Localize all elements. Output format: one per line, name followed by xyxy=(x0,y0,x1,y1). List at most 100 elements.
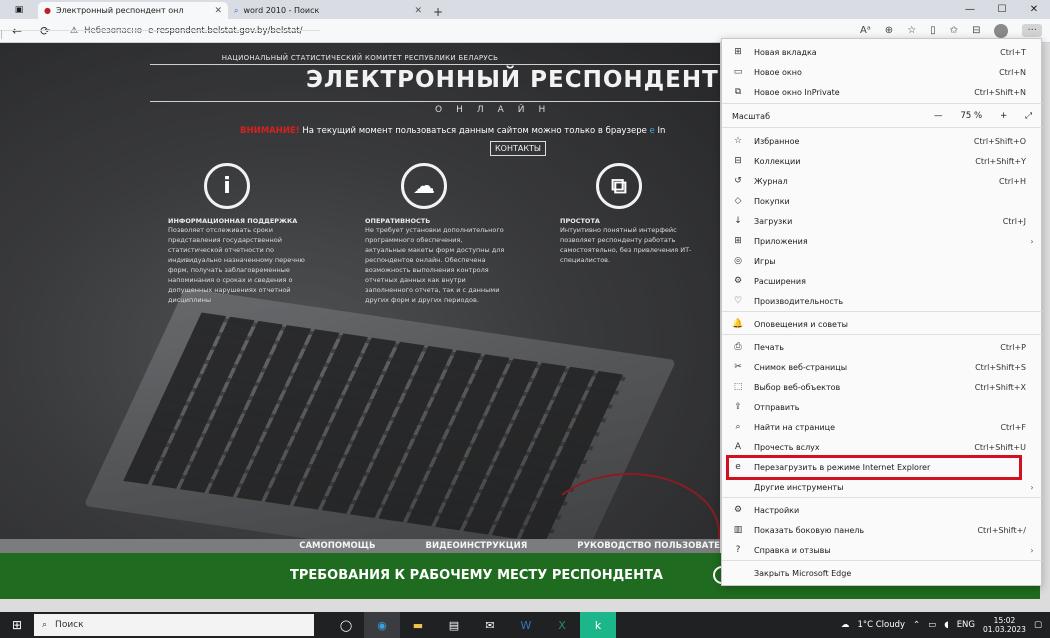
favorites-add-icon[interactable]: ☆ xyxy=(907,25,916,36)
favorites-icon[interactable]: ✩ xyxy=(950,25,958,36)
menu-item-inprivate[interactable]: ⧉ Новое окно InPrivate Ctrl+Shift+N xyxy=(722,83,1042,101)
url-field[interactable]: ⚠ Небезопасно | e-respondent.belstat.gov… xyxy=(0,22,824,40)
tray-chevron-icon[interactable]: ⌃ xyxy=(913,620,920,630)
windows-start-icon[interactable]: ⊞ xyxy=(0,618,34,632)
menu-label: Производительность xyxy=(754,296,844,306)
more-menu-button[interactable]: ··· xyxy=(1022,24,1042,37)
close-window-button[interactable]: ✕ xyxy=(1018,0,1050,19)
chevron-right-icon: › xyxy=(1030,236,1034,246)
requirements-text[interactable]: ТРЕБОВАНИЯ К РАБОЧЕМУ МЕСТУ РЕСПОНДЕНТА xyxy=(290,568,663,583)
zoom-controls: — 75 % + ⤢ xyxy=(934,111,1042,121)
self-help-link[interactable]: САМОПОМОЩЬ xyxy=(299,541,375,551)
menu-item-new-tab[interactable]: ⊞ Новая вкладка Ctrl+T xyxy=(722,43,1042,61)
system-tray: ☁ 1°C Cloudy ⌃ ▭ ◖ ENG 15:02 01.03.2023 … xyxy=(841,616,1050,634)
zoom-icon[interactable]: ⊕ xyxy=(885,25,893,36)
divider xyxy=(150,64,720,65)
taskbar-apps: ◯ ◉ ▬ ▤ ✉ W X k xyxy=(328,612,616,638)
mail-icon[interactable]: ✉ xyxy=(472,612,508,638)
tab-close-icon[interactable]: ✕ xyxy=(214,6,222,16)
kaspersky-icon[interactable]: k xyxy=(580,612,616,638)
word-icon[interactable]: W xyxy=(508,612,544,638)
toolbar: Aᵃ ⊕ ☆ ▯ ✩ ⊟ ··· xyxy=(860,23,1042,38)
menu-label: Загрузки xyxy=(754,216,793,226)
language-indicator[interactable]: ENG xyxy=(957,620,975,630)
video-instructions-link[interactable]: ВИДЕОИНСТРУКЦИЯ xyxy=(426,541,528,551)
menu-item-sidebar[interactable]: ▥ Показать боковую панель Ctrl+Shift+/ xyxy=(722,521,1042,539)
network-icon[interactable]: ▭ xyxy=(928,620,936,630)
menu-divider xyxy=(722,103,1042,104)
volume-icon[interactable]: ◖ xyxy=(944,620,948,630)
user-guide-link[interactable]: РУКОВОДСТВО ПОЛЬЗОВАТЕ xyxy=(577,541,720,551)
zoom-in-button[interactable]: + xyxy=(1000,111,1007,121)
search-favicon-icon: ⌕ xyxy=(234,5,239,15)
zoom-value: 75 % xyxy=(960,111,983,121)
menu-item-shopping[interactable]: ◇ Покупки xyxy=(722,192,1042,210)
tab-inactive[interactable]: ⌕ word 2010 - Поиск ✕ xyxy=(228,2,428,19)
menu-item-share[interactable]: ⇪ Отправить xyxy=(722,398,1042,416)
feature-text: Не требует установки дополнительного про… xyxy=(365,226,505,304)
find-icon: ⌕ xyxy=(735,422,741,432)
store-icon[interactable]: ▤ xyxy=(436,612,472,638)
task-view-icon[interactable]: ◯ xyxy=(328,612,364,638)
menu-item-apps[interactable]: ⊞ Приложения › xyxy=(722,232,1042,250)
menu-item-extensions[interactable]: ⚙ Расширения xyxy=(722,272,1042,290)
menu-shortcut: Ctrl+Shift+U xyxy=(974,442,1026,452)
screenshot-icon: ✂ xyxy=(734,362,742,372)
menu-divider xyxy=(722,560,1042,561)
menu-shortcut: Ctrl+N xyxy=(999,67,1026,77)
menu-item-games[interactable]: ◎ Игры xyxy=(722,252,1042,270)
shopping-icon: ◇ xyxy=(734,196,742,206)
menu-item-read-aloud[interactable]: A Прочесть вслух Ctrl+Shift+U xyxy=(722,438,1042,456)
fullscreen-icon[interactable]: ⤢ xyxy=(1025,111,1032,121)
menu-item-help[interactable]: ? Справка и отзывы › xyxy=(722,541,1042,559)
chevron-right-icon: › xyxy=(1030,545,1034,555)
split-icon[interactable]: ▯ xyxy=(930,25,936,36)
menu-item-alerts[interactable]: 🔔 Оповещения и советы xyxy=(722,315,1042,333)
menu-label: Расширения xyxy=(754,276,806,286)
menu-item-web-select[interactable]: ⬚ Выбор веб-объектов Ctrl+Shift+X xyxy=(722,378,1042,396)
collections-icon[interactable]: ⊟ xyxy=(972,25,980,36)
zoom-out-button[interactable]: — xyxy=(934,111,943,121)
menu-item-performance[interactable]: ♡ Производительность xyxy=(722,292,1042,310)
edge-icon[interactable]: ◉ xyxy=(364,612,400,638)
web-page: НАЦИОНАЛЬНЫЙ СТАТИСТИЧЕСКИЙ КОМИТЕТ РЕСП… xyxy=(0,43,720,598)
menu-divider xyxy=(722,497,1042,498)
menu-item-downloads[interactable]: ↓ Загрузки Ctrl+J xyxy=(722,212,1042,230)
menu-item-more-tools[interactable]: Другие инструменты › xyxy=(722,478,1042,496)
weather-text[interactable]: 1°C Cloudy xyxy=(857,620,905,630)
tab-actions-icon[interactable]: ▣ xyxy=(0,0,38,19)
page-subtitle: ОНЛАЙН xyxy=(435,105,560,115)
contacts-button[interactable]: КОНТАКТЫ xyxy=(490,141,546,156)
menu-item-settings[interactable]: ⚙ Настройки xyxy=(722,501,1042,519)
menu-item-find[interactable]: ⌕ Найти на странице Ctrl+F xyxy=(722,418,1042,436)
clock-time: 15:02 xyxy=(993,616,1016,625)
notice-text: На текущий момент пользоваться данным са… xyxy=(302,126,647,136)
tab-close-icon[interactable]: ✕ xyxy=(414,6,422,16)
menu-item-screenshot[interactable]: ✂ Снимок веб-страницы Ctrl+Shift+S xyxy=(722,358,1042,376)
menu-label: Прочесть вслух xyxy=(754,442,820,452)
menu-label: Оповещения и советы xyxy=(754,319,848,329)
taskbar-search[interactable]: ⌕ Поиск xyxy=(34,614,314,636)
menu-label: Справка и отзывы xyxy=(754,545,831,555)
menu-item-collections[interactable]: ⊟ Коллекции Ctrl+Shift+Y xyxy=(722,152,1042,170)
avatar[interactable] xyxy=(994,23,1009,38)
maximize-button[interactable]: ☐ xyxy=(986,0,1018,19)
menu-item-print[interactable]: ⎙ Печать Ctrl+P xyxy=(722,338,1042,356)
new-tab-button[interactable]: + xyxy=(428,5,448,19)
menu-item-history[interactable]: ↺ Журнал Ctrl+H xyxy=(722,172,1042,190)
menu-item-favorites[interactable]: ☆ Избранное Ctrl+Shift+O xyxy=(722,132,1042,150)
clock[interactable]: 15:02 01.03.2023 xyxy=(983,616,1026,634)
excel-icon[interactable]: X xyxy=(544,612,580,638)
notifications-icon[interactable]: ▢ xyxy=(1034,620,1042,630)
tab-active[interactable]: ● Электронный респондент онл ✕ xyxy=(38,2,228,19)
menu-item-new-window[interactable]: ▭ Новое окно Ctrl+N xyxy=(722,63,1042,81)
feature-heading: ИНФОРМАЦИОННАЯ ПОДДЕРЖКА xyxy=(168,217,298,225)
file-explorer-icon[interactable]: ▬ xyxy=(400,612,436,638)
feature-heading: ОПЕРАТИВНОСТЬ xyxy=(365,217,431,225)
window-controls: — ☐ ✕ xyxy=(954,0,1050,19)
minimize-button[interactable]: — xyxy=(954,0,986,19)
feature-info-support: i ИНФОРМАЦИОННАЯ ПОДДЕРЖКА Позволяет отс… xyxy=(168,163,308,305)
bottom-links: САМОПОМОЩЬ ВИДЕОИНСТРУКЦИЯ РУКОВОДСТВО П… xyxy=(0,539,720,553)
menu-item-close-edge[interactable]: Закрыть Microsoft Edge xyxy=(722,564,1042,582)
read-aloud-icon[interactable]: Aᵃ xyxy=(860,25,871,36)
